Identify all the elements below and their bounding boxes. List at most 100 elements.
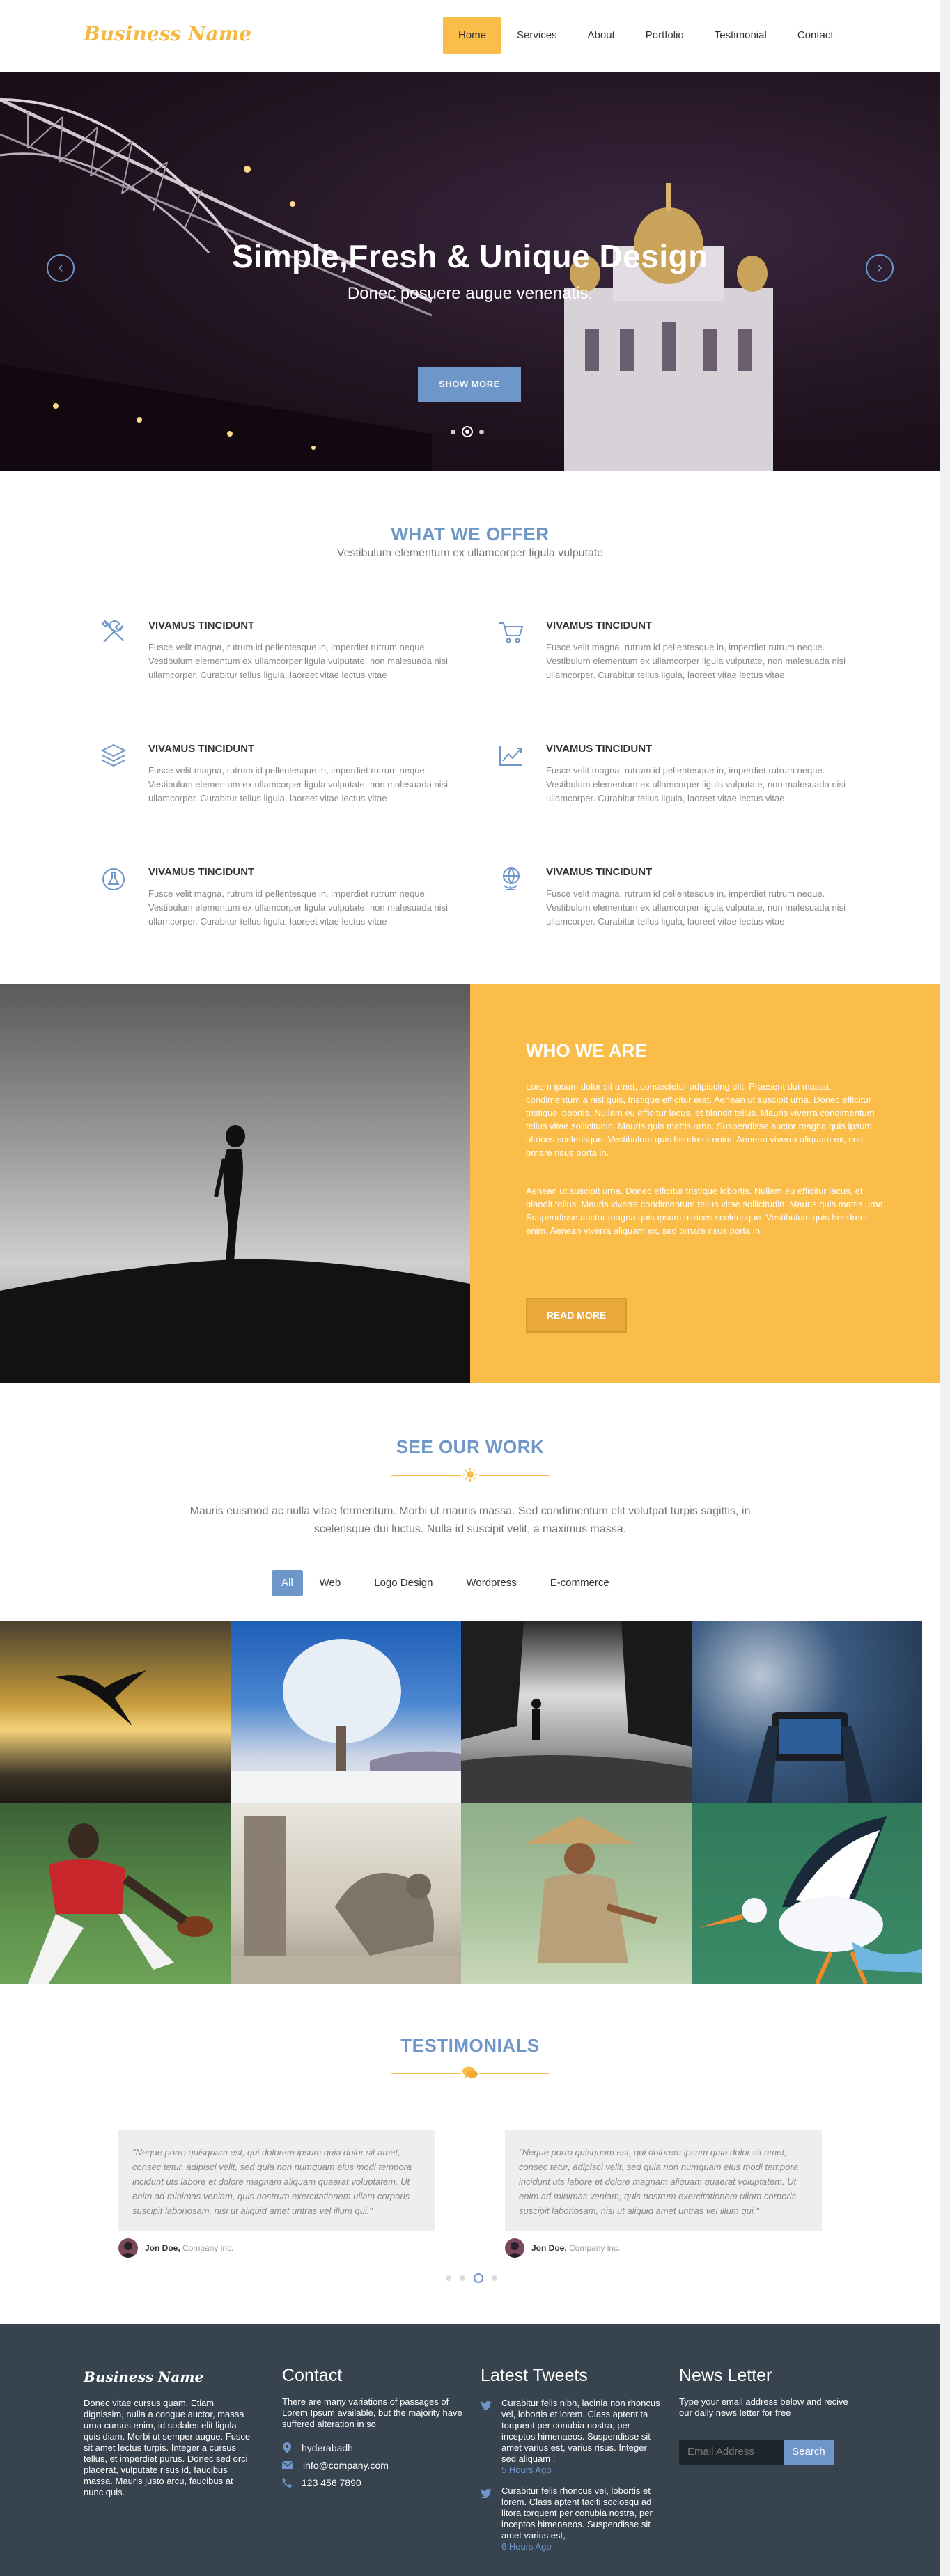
portfolio-item-camera[interactable]	[692, 1621, 922, 1803]
who-title: WHO WE ARE	[526, 1040, 647, 1061]
pager-dot[interactable]	[446, 2275, 451, 2281]
testimonial-author: Jon Doe, Company inc.	[118, 2238, 233, 2258]
author-company: Company inc.	[182, 2243, 234, 2253]
portfolio-item-football[interactable]	[0, 1803, 231, 1984]
slider-dot-active[interactable]	[462, 426, 473, 437]
portfolio-item-bird[interactable]	[0, 1621, 231, 1803]
offer-item-text: Fusce velit magna, rutrum id pellentesqu…	[148, 888, 448, 927]
nav-testimonial[interactable]: Testimonial	[699, 17, 782, 54]
filter-ecommerce[interactable]: E-commerce	[534, 1570, 626, 1596]
hands-camera	[747, 1712, 873, 1803]
nav-portfolio[interactable]: Portfolio	[630, 17, 699, 54]
site-footer: Business Name Donec vitae cursus quam. E…	[0, 2324, 940, 2576]
gargoyle-statue	[231, 1816, 461, 1984]
portfolio-item-tree[interactable]	[231, 1621, 461, 1803]
map-pin-icon	[283, 2442, 291, 2453]
testimonial-dots	[446, 2273, 497, 2283]
testimonial-card: "Neque porro quisquam est, qui dolorem i…	[505, 2130, 822, 2231]
divider-line	[391, 1475, 461, 1476]
slider-dot[interactable]	[451, 429, 455, 434]
main-nav: Home Services About Portfolio Testimonia…	[443, 17, 849, 54]
offer-item-title: VIVAMUS TINCIDUNT	[546, 743, 653, 755]
offer-title: WHAT WE OFFER	[391, 524, 550, 544]
tweets-heading: Latest Tweets	[481, 2366, 588, 2385]
portfolio-item-gargoyle[interactable]	[231, 1803, 461, 1984]
tweet-text: Curabitur felis rhoncus vel, lobortis et…	[501, 2485, 653, 2540]
bird-silhouette	[56, 1670, 146, 1726]
pager-dot[interactable]	[492, 2275, 497, 2281]
silhouette-figure	[0, 1125, 470, 1383]
footer-about: Donec vitae cursus quam. Etiam dignissim…	[84, 2398, 251, 2497]
filter-wordpress[interactable]: Wordpress	[449, 1570, 533, 1596]
contact-email-text: info@company.com	[303, 2460, 389, 2471]
portfolio-item-waterfall[interactable]	[461, 1621, 692, 1803]
site-logo[interactable]: Business Name	[84, 22, 251, 45]
cart-icon	[499, 622, 524, 643]
filter-web[interactable]: Web	[303, 1570, 358, 1596]
hero-slider: ‹ › Simple,Fresh & Unique Design Donec p…	[0, 72, 940, 471]
author-name: Jon Doe,	[145, 2243, 180, 2253]
envelope-icon	[282, 2461, 293, 2469]
divider-line	[479, 2073, 549, 2074]
offer-item-title: VIVAMUS TINCIDUNT	[148, 743, 255, 755]
testimonial-card: "Neque porro quisquam est, qui dolorem i…	[118, 2130, 435, 2231]
testimonial-author: Jon Doe, Company inc.	[505, 2238, 620, 2258]
filter-all[interactable]: All	[272, 1570, 303, 1596]
offer-item-text: Fusce velit magna, rutrum id pellentesqu…	[148, 642, 448, 680]
slider-dot[interactable]	[479, 429, 484, 434]
show-more-button[interactable]: SHOW MORE	[418, 367, 521, 402]
flask-icon	[102, 868, 125, 890]
nav-about[interactable]: About	[573, 17, 630, 54]
author-company: Company inc.	[569, 2243, 621, 2253]
portfolio-item-stork[interactable]	[692, 1803, 922, 1984]
tweet-time[interactable]: 5 Hours Ago	[501, 2465, 662, 2475]
offer-item-title: VIVAMUS TINCIDUNT	[148, 866, 255, 878]
offer-item-title: VIVAMUS TINCIDUNT	[148, 620, 255, 631]
farmer-figure	[524, 1816, 657, 1963]
hero-subtitle: Donec posuere augue venenatis.	[347, 284, 593, 303]
contact-text: There are many variations of passages of…	[282, 2396, 462, 2429]
tweet-item: Curabitur felis rhoncus vel, lobortis et…	[501, 2485, 662, 2552]
avatar	[505, 2238, 524, 2258]
tweet-text: Curabitur felis nibh, lacinia non rhoncu…	[501, 2398, 660, 2464]
layers-icon	[100, 744, 127, 767]
cathedral-image	[564, 183, 773, 471]
portfolio-filters: All Web Logo Design Wordpress E-commerce	[272, 1570, 626, 1596]
who-we-are-section: WHO WE ARE Lorem ipsum dolor sit amet, c…	[470, 984, 950, 1383]
footer-logo[interactable]: Business Name	[84, 2369, 203, 2385]
offer-item-text: Fusce velit magna, rutrum id pellentesqu…	[546, 888, 846, 927]
offer-item-text: Fusce velit magna, rutrum id pellentesqu…	[546, 765, 846, 803]
offer-item-text: Fusce velit magna, rutrum id pellentesqu…	[148, 765, 448, 803]
pager-dot[interactable]	[460, 2275, 465, 2281]
newsletter-heading: News Letter	[679, 2366, 772, 2385]
offer-item-title: VIVAMUS TINCIDUNT	[546, 620, 653, 631]
who-paragraph-2: Aenean ut suscipit urna. Donec efficitur…	[526, 1186, 886, 1236]
filter-logo-design[interactable]: Logo Design	[357, 1570, 449, 1596]
contact-address: hyderabadh	[282, 2442, 353, 2453]
contact-heading: Contact	[282, 2366, 343, 2385]
contact-email[interactable]: info@company.com	[282, 2460, 389, 2471]
pager-dot-active[interactable]	[474, 2273, 483, 2283]
contact-phone: 123 456 7890	[282, 2477, 361, 2488]
tweet-time[interactable]: 6 Hours Ago	[501, 2541, 662, 2552]
email-input[interactable]: Email Address	[679, 2440, 784, 2465]
read-more-button[interactable]: READ MORE	[526, 1298, 627, 1333]
chart-icon	[499, 746, 522, 766]
sun-icon	[463, 1468, 477, 1482]
offer-item-text: Fusce velit magna, rutrum id pellentesqu…	[546, 642, 846, 680]
page-scrollbar[interactable]	[940, 0, 950, 2576]
globe-icon	[503, 867, 520, 890]
search-button[interactable]: Search	[784, 2440, 834, 2465]
work-title: SEE OUR WORK	[396, 1436, 545, 1457]
snow-tree	[231, 1639, 461, 1803]
nav-contact[interactable]: Contact	[782, 17, 849, 54]
nav-home[interactable]: Home	[443, 17, 502, 54]
hero-title: Simple,Fresh & Unique Design	[232, 238, 708, 274]
portfolio-item-farmer[interactable]	[461, 1803, 692, 1984]
nav-services[interactable]: Services	[501, 17, 573, 54]
stork-illustration	[699, 1816, 922, 1984]
site-header: Business Name Home Services About Portfo…	[0, 0, 940, 72]
football-player	[28, 1823, 213, 1984]
chat-icon	[462, 2066, 478, 2079]
divider-line	[391, 2073, 461, 2074]
